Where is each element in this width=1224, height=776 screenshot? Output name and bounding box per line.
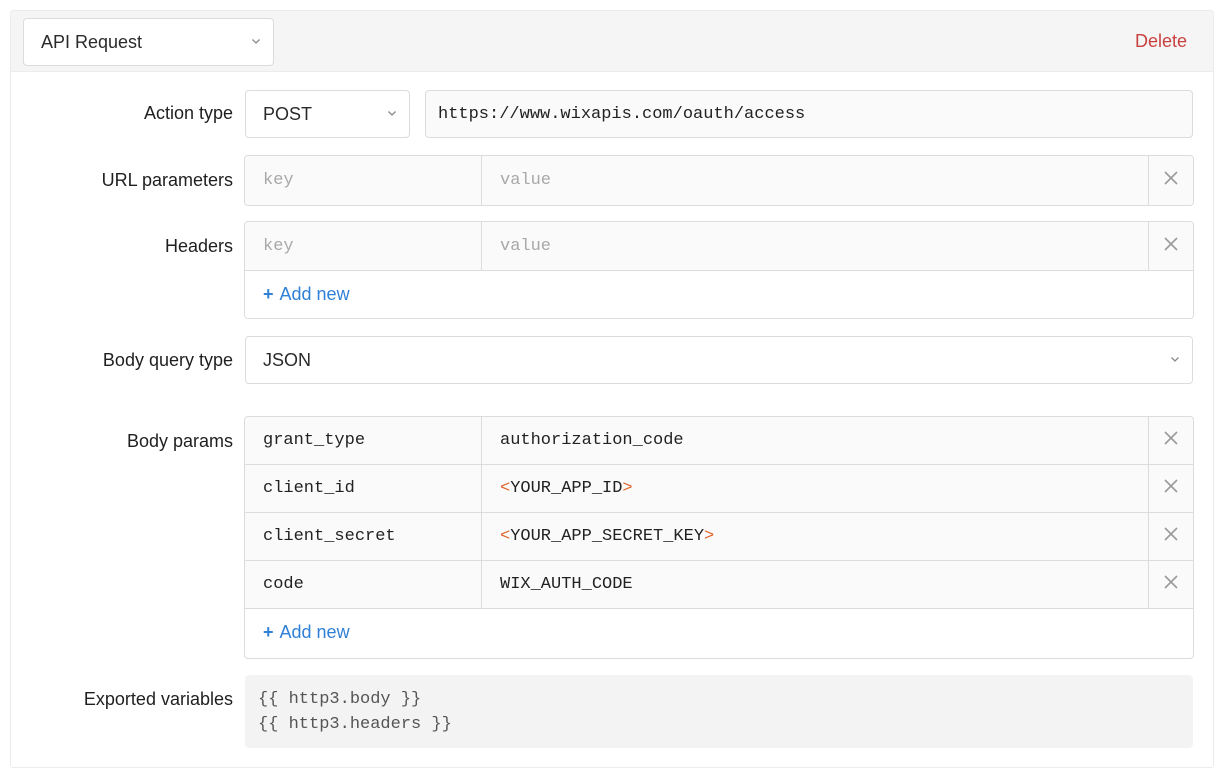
key-input[interactable]: grant_type	[245, 417, 482, 464]
url-parameters-table: key value	[244, 155, 1194, 206]
add-header-button[interactable]: + Add new	[245, 271, 1193, 318]
body-params-table: grant_type authorization_code client_id …	[244, 416, 1194, 659]
plus-icon: +	[263, 284, 274, 304]
chevron-down-icon	[251, 36, 261, 46]
chevron-down-icon	[1170, 354, 1180, 364]
body-params-label: Body params	[126, 431, 233, 451]
table-row: key value	[245, 156, 1193, 205]
exported-variable-line: {{ http3.body }}	[258, 690, 422, 709]
close-icon	[1164, 527, 1178, 546]
param-key: client_secret	[263, 527, 396, 546]
value-input[interactable]: value	[482, 222, 1149, 270]
value-placeholder: value	[500, 171, 552, 190]
value-placeholder: value	[500, 236, 552, 256]
panel-header: API Request Delete	[11, 11, 1213, 72]
table-row: key value	[245, 222, 1193, 271]
value-input[interactable]: < YOUR_APP_ID >	[482, 465, 1149, 512]
param-value: YOUR_APP_ID	[510, 479, 623, 498]
angle-bracket-close: >	[622, 479, 633, 498]
close-icon	[1164, 479, 1178, 498]
action-kind-select[interactable]: API Request	[23, 18, 274, 66]
table-row: grant_type authorization_code	[245, 417, 1193, 465]
chevron-down-icon	[387, 108, 397, 118]
close-icon	[1164, 171, 1178, 190]
param-key: client_id	[263, 479, 355, 498]
key-input[interactable]: code	[245, 561, 482, 608]
remove-row-button[interactable]	[1149, 513, 1193, 560]
exported-variables-label: Exported variables	[83, 689, 233, 709]
value-input[interactable]: value	[482, 156, 1149, 205]
key-input[interactable]: client_id	[245, 465, 482, 512]
close-icon	[1164, 236, 1178, 256]
value-input[interactable]: < YOUR_APP_SECRET_KEY >	[482, 513, 1149, 560]
action-kind-value: API Request	[41, 31, 143, 52]
param-value: YOUR_APP_SECRET_KEY	[510, 527, 705, 546]
remove-row-button[interactable]	[1149, 417, 1193, 464]
key-input[interactable]: key	[245, 156, 482, 205]
add-body-param-button[interactable]: + Add new	[245, 609, 1193, 656]
body-query-type-label: Body query type	[102, 350, 233, 370]
headers-table: key value + Add new	[244, 221, 1194, 319]
param-value: WIX_AUTH_CODE	[500, 575, 633, 594]
url-input[interactable]: https://www.wixapis.com/oauth/access	[425, 90, 1193, 138]
param-key: grant_type	[263, 431, 366, 450]
remove-row-button[interactable]	[1149, 156, 1193, 205]
add-body-param-label: Add new	[279, 622, 350, 642]
angle-bracket-close: >	[704, 527, 715, 546]
body-query-type-select[interactable]: JSON	[245, 336, 1193, 384]
headers-label: Headers	[164, 236, 233, 256]
method-value: POST	[263, 103, 313, 124]
add-header-label: Add new	[279, 284, 350, 304]
close-icon	[1164, 575, 1178, 594]
delete-button[interactable]: Delete	[1135, 31, 1187, 52]
key-input[interactable]: key	[245, 222, 482, 270]
key-input[interactable]: client_secret	[245, 513, 482, 560]
url-parameters-label: URL parameters	[101, 170, 233, 190]
body-query-type-value: JSON	[263, 349, 312, 370]
close-icon	[1164, 431, 1178, 450]
param-value: authorization_code	[500, 431, 684, 450]
table-row: client_secret < YOUR_APP_SECRET_KEY >	[245, 513, 1193, 561]
remove-row-button[interactable]	[1149, 465, 1193, 512]
exported-variables-box: {{ http3.body }} {{ http3.headers }}	[245, 675, 1193, 748]
method-select[interactable]: POST	[245, 90, 410, 138]
angle-bracket-open: <	[500, 527, 511, 546]
exported-variable-line: {{ http3.headers }}	[258, 715, 452, 734]
table-row: client_id < YOUR_APP_ID >	[245, 465, 1193, 513]
remove-row-button[interactable]	[1149, 222, 1193, 270]
value-input[interactable]: authorization_code	[482, 417, 1149, 464]
value-input[interactable]: WIX_AUTH_CODE	[482, 561, 1149, 608]
key-placeholder: key	[263, 236, 294, 256]
action-type-label: Action type	[143, 103, 233, 123]
param-key: code	[263, 575, 304, 594]
remove-row-button[interactable]	[1149, 561, 1193, 608]
plus-icon: +	[263, 622, 274, 642]
url-value: https://www.wixapis.com/oauth/access	[438, 104, 806, 124]
table-row: code WIX_AUTH_CODE	[245, 561, 1193, 609]
key-placeholder: key	[263, 171, 294, 190]
angle-bracket-open: <	[500, 479, 511, 498]
